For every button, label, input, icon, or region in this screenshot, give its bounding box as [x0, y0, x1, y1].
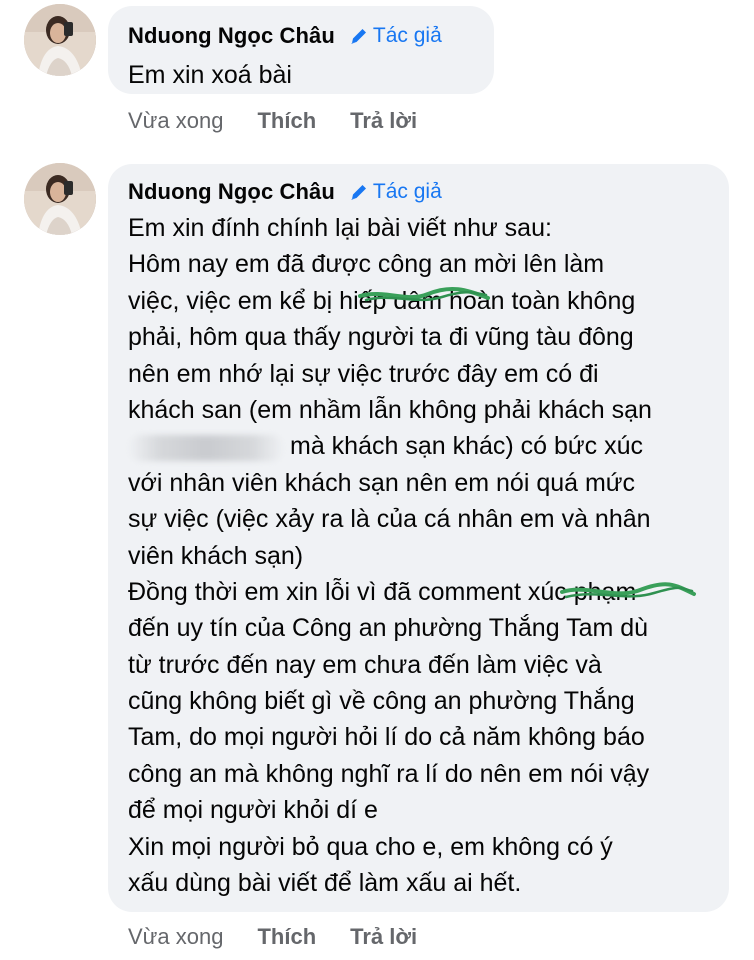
comment-line: cũng không biết gì về công an phường Thắ…: [128, 687, 635, 716]
comment-time[interactable]: Vừa xong: [128, 924, 223, 950]
comment-line: sự việc (việc xảy ra là của cá nhân em v…: [128, 505, 651, 534]
comment-line: việc, việc em kể bị hiếp dâm hoàn toàn k…: [128, 286, 636, 315]
comment-actions: Vừa xong Thích Trả lời: [128, 108, 451, 134]
like-button[interactable]: Thích: [257, 108, 316, 134]
comment-line: viên khách sạn): [128, 541, 304, 570]
comment-line-redacted: mà khách sạn khác) có bức xúc: [128, 428, 713, 464]
comment-actions: Vừa xong Thích Trả lời: [128, 924, 451, 950]
comment-line: Xin mọi người bỏ qua cho e, em không có …: [128, 832, 613, 861]
author-badge: Tác giả: [349, 180, 442, 204]
comment-line: xấu dùng bài viết để làm xấu ai hết.: [128, 869, 522, 898]
comment-line: khách san (em nhầm lẫn không phải khách …: [128, 395, 652, 424]
pencil-icon: [350, 185, 366, 200]
comment-bubble: Nduong Ngọc Châu Tác giả Em xin đính chí…: [108, 164, 729, 912]
comment-line: để mọi người khỏi dí e: [128, 796, 378, 825]
comment-text: Em xin đính chính lại bài viết như sau: …: [128, 210, 713, 901]
pencil-icon: [350, 29, 366, 44]
comment-line: Em xin xoá bài: [128, 61, 292, 89]
comment-line: Em xin đính chính lại bài viết như sau:: [128, 214, 552, 242]
author-name[interactable]: Nduong Ngọc Châu: [128, 23, 335, 49]
comment-line-text: mà khách sạn khác) có bức xúc: [290, 432, 644, 461]
comment-line: Hôm nay em đã được công an mời lên làm: [128, 250, 605, 279]
author-badge: Tác giả: [349, 24, 442, 48]
reply-button[interactable]: Trả lời: [350, 108, 417, 134]
comment-line: với nhân viên khách sạn nên em nói quá m…: [128, 468, 636, 497]
comment-time[interactable]: Vừa xong: [128, 108, 223, 134]
comment-text: Em xin xoá bài: [128, 57, 713, 93]
comment-line: Tam, do mọi người hỏi lí do cả năm không…: [128, 723, 645, 752]
author-name[interactable]: Nduong Ngọc Châu: [128, 179, 335, 205]
comment-line: Đồng thời em xin lỗi vì đã comment xúc p…: [128, 577, 637, 606]
avatar[interactable]: [24, 163, 96, 235]
avatar-photo-icon: [24, 4, 96, 76]
comment-line: từ trước đến nay em chưa đến làm việc và: [128, 650, 602, 679]
avatar[interactable]: [24, 4, 96, 76]
comment-line: nên em nhớ lại sự việc trước đây em có đ…: [128, 359, 599, 388]
comment-bubble: Nduong Ngọc Châu Tác giả Em xin xoá bài: [108, 6, 494, 94]
redaction-blur: [128, 434, 284, 461]
comment-line: công an mà không nghĩ ra lí do nên em nó…: [128, 759, 650, 788]
comment-line: phải, hôm qua thấy người ta đi vũng tàu …: [128, 323, 634, 352]
reply-button[interactable]: Trả lời: [350, 924, 417, 950]
avatar-photo-icon: [24, 163, 96, 235]
comment-line: đến uy tín của Công an phường Thắng Tam …: [128, 614, 649, 643]
like-button[interactable]: Thích: [257, 924, 316, 950]
author-badge-label: Tác giả: [372, 24, 442, 47]
author-badge-label: Tác giả: [372, 180, 442, 203]
